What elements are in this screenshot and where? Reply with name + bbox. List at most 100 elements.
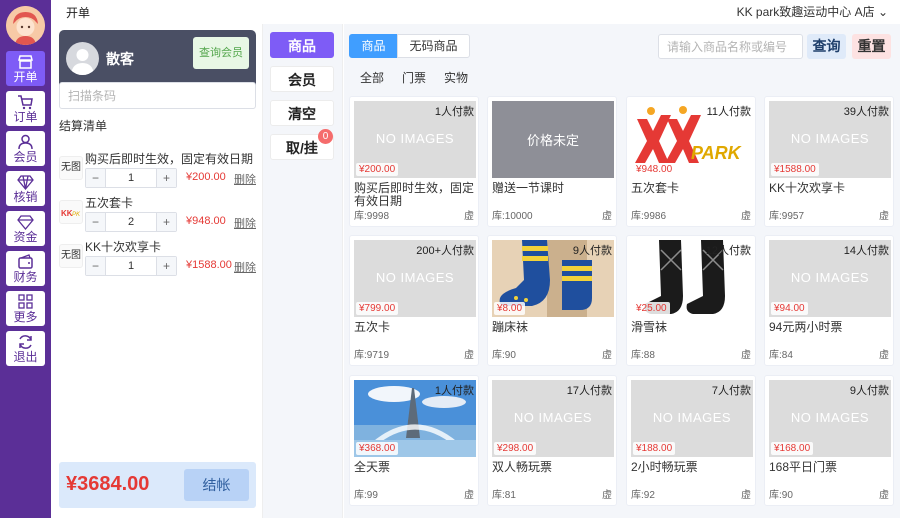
chevron-down-icon: ⌄ bbox=[877, 5, 888, 19]
virtual-flag: 虚 bbox=[602, 350, 612, 361]
product-name: 五次卡 bbox=[354, 320, 391, 334]
category-all[interactable]: 全部 bbox=[360, 69, 384, 86]
nav-finance[interactable]: 财务 bbox=[6, 251, 45, 286]
decrease-button[interactable]: − bbox=[86, 213, 106, 231]
query-member-button[interactable]: 查询会员 bbox=[193, 37, 249, 69]
no-image-placeholder: NO IMAGES bbox=[790, 270, 870, 285]
product-card[interactable]: NO IMAGES 9人付款 ¥168.00 168平日门票 库:90 虚 bbox=[764, 375, 894, 506]
quantity-value[interactable]: 1 bbox=[106, 169, 156, 187]
member-button[interactable]: 会员 bbox=[270, 66, 334, 92]
no-image-placeholder: NO IMAGES bbox=[513, 410, 593, 425]
product-stock: 库:92 bbox=[631, 490, 655, 501]
product-name: KK十次欢享卡 bbox=[769, 181, 846, 195]
nav-label: 核销 bbox=[13, 190, 38, 204]
delete-item-button[interactable]: 删除 bbox=[234, 171, 256, 187]
product-price: ¥8.00 bbox=[494, 302, 526, 315]
product-card[interactable]: 9人付款 ¥8.00 蹦床袜 库:90 虚 bbox=[487, 235, 617, 366]
product-card[interactable]: PARK 11人付款 ¥948.00 五次套卡 库:9986 虚 bbox=[626, 96, 756, 227]
goods-button[interactable]: 商品 bbox=[270, 32, 334, 58]
item-price: ¥1588.00 bbox=[186, 259, 232, 271]
cart-item: 无图 KK十次欢享卡 − 1 + ¥1588.00 删除 bbox=[59, 238, 256, 282]
product-name: 购买后即时生效，固定有效日期 bbox=[354, 181, 475, 208]
product-card[interactable]: NO IMAGES 39人付款 ¥1588.00 KK十次欢享卡 库:9957 虚 bbox=[764, 96, 894, 227]
product-card[interactable]: NO IMAGES 1人付款 ¥200.00 购买后即时生效，固定有效日期 库:9998… bbox=[349, 96, 479, 227]
quantity-value[interactable]: 1 bbox=[106, 257, 156, 275]
decrease-button[interactable]: − bbox=[86, 257, 106, 275]
category-tickets[interactable]: 门票 bbox=[402, 69, 426, 86]
user-avatar[interactable] bbox=[6, 6, 45, 45]
product-price: ¥25.00 bbox=[633, 302, 670, 315]
product-stock: 库:84 bbox=[769, 350, 793, 361]
clear-button[interactable]: 清空 bbox=[270, 100, 334, 126]
no-image-placeholder: NO IMAGES bbox=[790, 410, 870, 425]
product-name: 双人畅玩票 bbox=[492, 460, 553, 474]
item-name: 五次套卡 bbox=[85, 196, 134, 210]
total-amount: ¥3684.00 bbox=[66, 473, 150, 495]
cart-item: KK PK 五次套卡 − 2 + ¥948.00 删除 bbox=[59, 194, 256, 238]
product-price: ¥188.00 bbox=[633, 442, 676, 455]
increase-button[interactable]: + bbox=[156, 169, 176, 187]
product-price: ¥200.00 bbox=[356, 163, 399, 176]
query-button[interactable]: 查询 bbox=[807, 34, 846, 59]
reset-button[interactable]: 重置 bbox=[852, 34, 891, 59]
product-card[interactable]: 1人付款 ¥368.00 全天票 库:99 虚 bbox=[349, 375, 479, 506]
payers-count: 1人付款 bbox=[434, 106, 474, 118]
no-image-placeholder: NO IMAGES bbox=[652, 410, 732, 425]
delete-item-button[interactable]: 删除 bbox=[234, 215, 256, 231]
increase-button[interactable]: + bbox=[156, 257, 176, 275]
pickup-hold-button[interactable]: 取/挂 0 bbox=[270, 129, 334, 160]
action-panel: 商品 会员 清空 取/挂 0 bbox=[263, 24, 343, 518]
category-physical[interactable]: 实物 bbox=[444, 69, 468, 86]
svg-text:KK: KK bbox=[61, 209, 73, 218]
product-image: NO IMAGES 1人付款 ¥200.00 bbox=[354, 101, 476, 178]
nav-label: 更多 bbox=[13, 310, 38, 324]
gem-icon bbox=[17, 215, 34, 230]
payers-count: 12人付款 bbox=[705, 245, 751, 257]
user-icon bbox=[18, 134, 33, 150]
tab-no-code-goods[interactable]: 无码商品 bbox=[397, 34, 470, 58]
product-stock: 库:9986 bbox=[631, 211, 667, 222]
diamond-icon bbox=[17, 175, 34, 190]
nav-more[interactable]: 更多 bbox=[6, 291, 45, 326]
checkout-button[interactable]: 结帐 bbox=[184, 469, 249, 501]
product-card[interactable]: NO IMAGES 14人付款 ¥94.00 94元两小时票 库:84 虚 bbox=[764, 235, 894, 366]
product-card[interactable]: 价格未定 赠送一节课时 库:10000 虚 bbox=[487, 96, 617, 227]
store-selector[interactable]: KK park致趣运动中心 A店 ⌄ bbox=[737, 3, 888, 20]
product-card[interactable]: NO IMAGES 200+人付款 ¥799.00 五次卡 库:9719 虚 bbox=[349, 235, 479, 366]
product-stock: 库:90 bbox=[769, 490, 793, 501]
virtual-flag: 虚 bbox=[879, 490, 889, 501]
item-thumbnail: 无图 bbox=[59, 244, 83, 268]
nav-members[interactable]: 会员 bbox=[6, 131, 45, 166]
payers-count: 9人付款 bbox=[849, 385, 889, 397]
nav-open-order[interactable]: 开单 bbox=[6, 51, 45, 86]
virtual-flag: 虚 bbox=[602, 490, 612, 501]
quantity-value[interactable]: 2 bbox=[106, 213, 156, 231]
cart-panel: 散客 查询会员 结算清单 无图 购买后即时生效，固定有效日期 − 1 + ¥20… bbox=[51, 24, 263, 518]
nav-verify[interactable]: 核销 bbox=[6, 171, 45, 206]
nav-funds[interactable]: 资金 bbox=[6, 211, 45, 246]
payers-count: 7人付款 bbox=[711, 385, 751, 397]
delete-item-button[interactable]: 删除 bbox=[234, 259, 256, 275]
product-price: ¥799.00 bbox=[356, 302, 399, 315]
product-card[interactable]: 12人付款 ¥25.00 滑雪袜 库:88 虚 bbox=[626, 235, 756, 366]
item-name: 购买后即时生效，固定有效日期 bbox=[85, 152, 254, 166]
no-image-placeholder: NO IMAGES bbox=[375, 131, 455, 146]
nav-orders[interactable]: 订单 bbox=[6, 91, 45, 126]
decrease-button[interactable]: − bbox=[86, 169, 106, 187]
nav-label: 订单 bbox=[13, 110, 38, 124]
cart-item: 无图 购买后即时生效，固定有效日期 − 1 + ¥200.00 删除 bbox=[59, 150, 256, 194]
product-name: 五次套卡 bbox=[631, 181, 680, 195]
nav-logout[interactable]: 退出 bbox=[6, 331, 45, 366]
increase-button[interactable]: + bbox=[156, 213, 176, 231]
nav-label: 会员 bbox=[13, 150, 38, 164]
no-image-placeholder: NO IMAGES bbox=[375, 270, 455, 285]
member-name: 散客 bbox=[106, 51, 134, 67]
cart-icon bbox=[18, 95, 33, 110]
product-image: PARK 11人付款 ¥948.00 bbox=[631, 101, 753, 178]
product-card[interactable]: NO IMAGES 17人付款 ¥298.00 双人畅玩票 库:81 虚 bbox=[487, 375, 617, 506]
product-price: ¥368.00 bbox=[356, 442, 399, 455]
product-search-input[interactable] bbox=[658, 34, 803, 59]
product-card[interactable]: NO IMAGES 7人付款 ¥188.00 2小时畅玩票 库:92 虚 bbox=[626, 375, 756, 506]
tab-goods[interactable]: 商品 bbox=[349, 34, 398, 58]
scan-barcode-input[interactable] bbox=[59, 82, 256, 109]
